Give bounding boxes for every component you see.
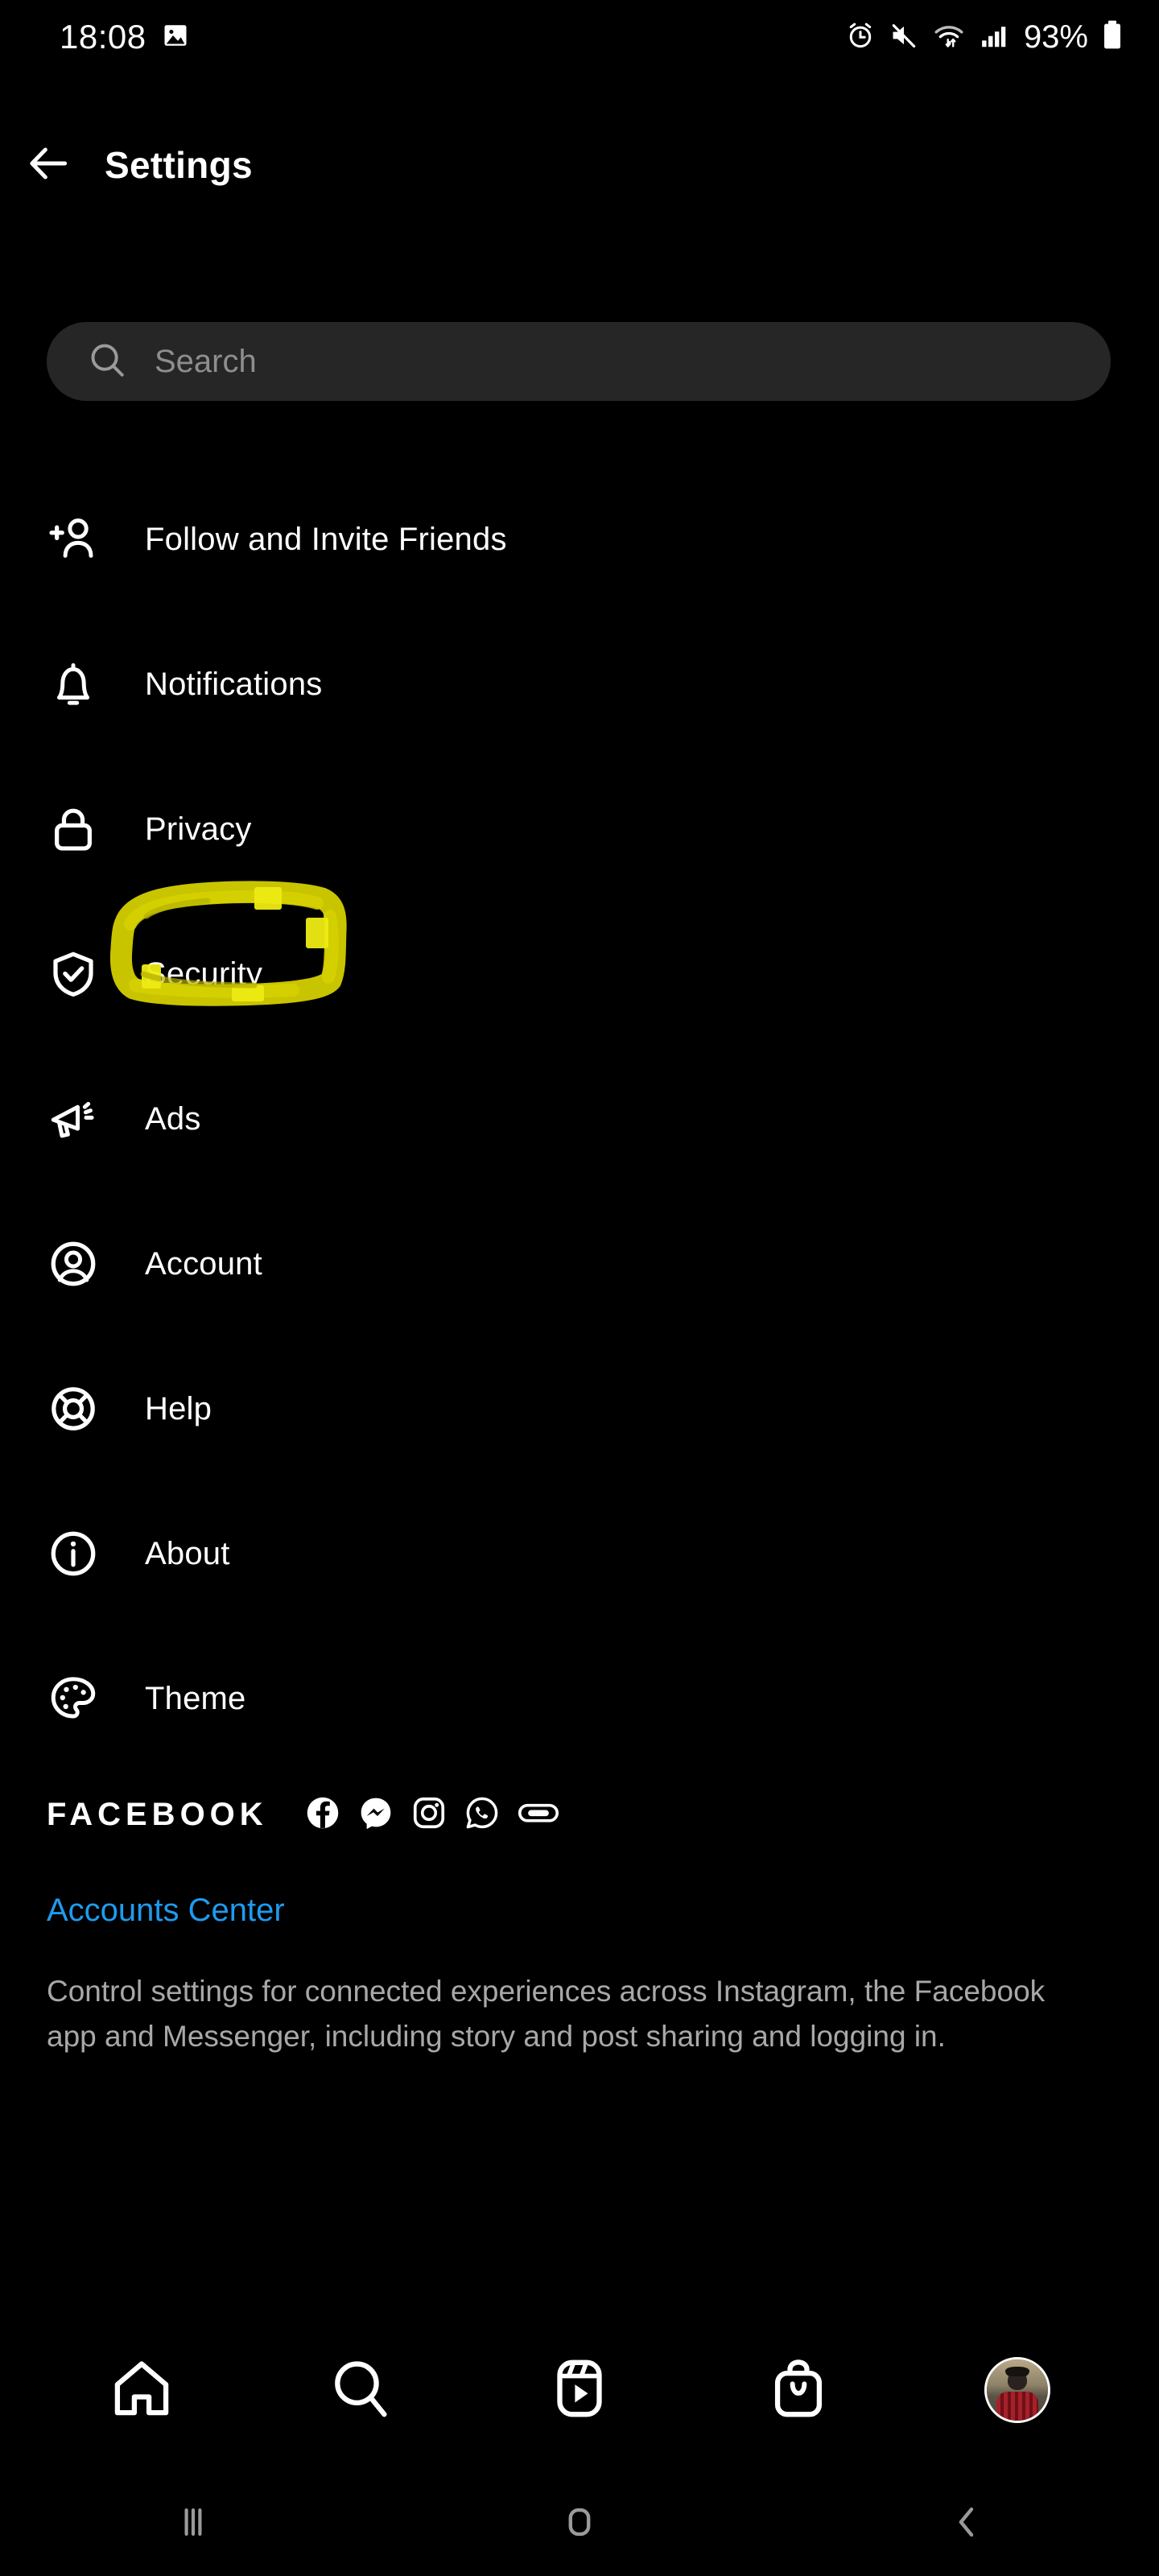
avatar-hat: [1004, 2367, 1030, 2377]
palette-icon: [47, 1672, 100, 1725]
lock-icon: [47, 803, 100, 856]
settings-menu-list: Follow and Invite Friends Notifications …: [0, 467, 1159, 1771]
search-icon: [87, 340, 127, 384]
menu-item-follow-and-invite-friends[interactable]: Follow and Invite Friends: [0, 467, 1159, 612]
mute-icon: [889, 20, 919, 55]
android-home-button[interactable]: [531, 2487, 628, 2560]
facebook-app-icons: [305, 1795, 559, 1835]
page-header: Settings: [0, 121, 1159, 209]
menu-item-help[interactable]: Help: [0, 1336, 1159, 1481]
menu-item-label: Help: [145, 1390, 212, 1426]
search-placeholder: Search: [155, 343, 257, 379]
messenger-icon: [358, 1795, 394, 1835]
facebook-section: FACEBOOK Accounts Center Control setting…: [47, 1795, 1117, 2059]
menu-item-label: About: [145, 1535, 230, 1571]
android-back-button[interactable]: [918, 2487, 1014, 2560]
status-bar-clock: 18:08: [60, 18, 146, 56]
facebook-icon: [305, 1795, 340, 1835]
menu-item-security[interactable]: Security: [0, 902, 1159, 1046]
shield-check-icon: [47, 947, 100, 1001]
alarm-icon: [845, 20, 876, 55]
menu-item-label: Follow and Invite Friends: [145, 521, 507, 557]
battery-percent-label: 93%: [1023, 19, 1088, 55]
shopping-bag-icon: [765, 2355, 832, 2426]
search-icon: [327, 2355, 394, 2426]
arrow-left-icon: [23, 138, 73, 192]
person-circle-icon: [47, 1237, 100, 1290]
nav-search-button[interactable]: [316, 2346, 405, 2434]
menu-item-label: Ads: [145, 1100, 201, 1137]
status-bar: 18:08 93%: [0, 0, 1159, 74]
facebook-description: Control settings for connected experienc…: [47, 1975, 1046, 2054]
menu-item-label: Security: [145, 956, 263, 992]
facebook-brand-row: FACEBOOK: [47, 1795, 1117, 1835]
menu-item-privacy[interactable]: Privacy: [0, 757, 1159, 902]
cellular-signal-icon: [979, 20, 1011, 55]
instagram-icon: [411, 1795, 447, 1835]
home-icon: [108, 2355, 175, 2426]
menu-item-label: Notifications: [145, 666, 323, 702]
page-title: Settings: [105, 144, 253, 186]
menu-item-account[interactable]: Account: [0, 1191, 1159, 1336]
android-recents-button[interactable]: [145, 2487, 241, 2560]
recents-icon: [171, 2500, 216, 2549]
status-bar-left: 18:08: [60, 18, 190, 56]
accounts-center-link[interactable]: Accounts Center: [47, 1893, 285, 1929]
menu-item-label: Theme: [145, 1680, 246, 1716]
status-bar-right: 93%: [845, 19, 1124, 56]
avatar: [984, 2357, 1050, 2423]
bottom-navigation-bar: [0, 2330, 1159, 2450]
menu-item-ads[interactable]: Ads: [0, 1046, 1159, 1191]
nav-home-button[interactable]: [97, 2346, 186, 2434]
wifi-icon: [932, 20, 966, 55]
menu-item-label: Account: [145, 1245, 262, 1282]
facebook-brand-label: FACEBOOK: [47, 1797, 268, 1832]
menu-item-notifications[interactable]: Notifications: [0, 612, 1159, 757]
avatar-body: [996, 2391, 1038, 2421]
menu-item-about[interactable]: About: [0, 1481, 1159, 1626]
nav-profile-button[interactable]: [973, 2346, 1062, 2434]
search-input[interactable]: Search: [47, 322, 1111, 401]
bell-icon: [47, 658, 100, 711]
menu-item-theme[interactable]: Theme: [0, 1626, 1159, 1771]
reels-icon: [546, 2355, 613, 2426]
megaphone-icon: [47, 1092, 100, 1146]
lifebuoy-icon: [47, 1382, 100, 1435]
info-circle-icon: [47, 1527, 100, 1580]
phone-screen: 18:08 93% Settings Search Follow and Inv…: [0, 0, 1159, 2576]
menu-item-label: Privacy: [145, 811, 252, 847]
search-container: Search: [47, 322, 1111, 401]
nav-shop-button[interactable]: [754, 2346, 843, 2434]
oculus-icon: [518, 1795, 559, 1835]
back-button[interactable]: [0, 138, 97, 192]
home-square-icon: [557, 2500, 602, 2549]
battery-icon: [1101, 19, 1124, 56]
chevron-left-icon: [943, 2500, 988, 2549]
nav-reels-button[interactable]: [535, 2346, 624, 2434]
photo-icon: [161, 21, 190, 54]
android-navigation-bar: [0, 2471, 1159, 2576]
whatsapp-icon: [464, 1795, 500, 1835]
person-add-icon: [47, 513, 100, 566]
